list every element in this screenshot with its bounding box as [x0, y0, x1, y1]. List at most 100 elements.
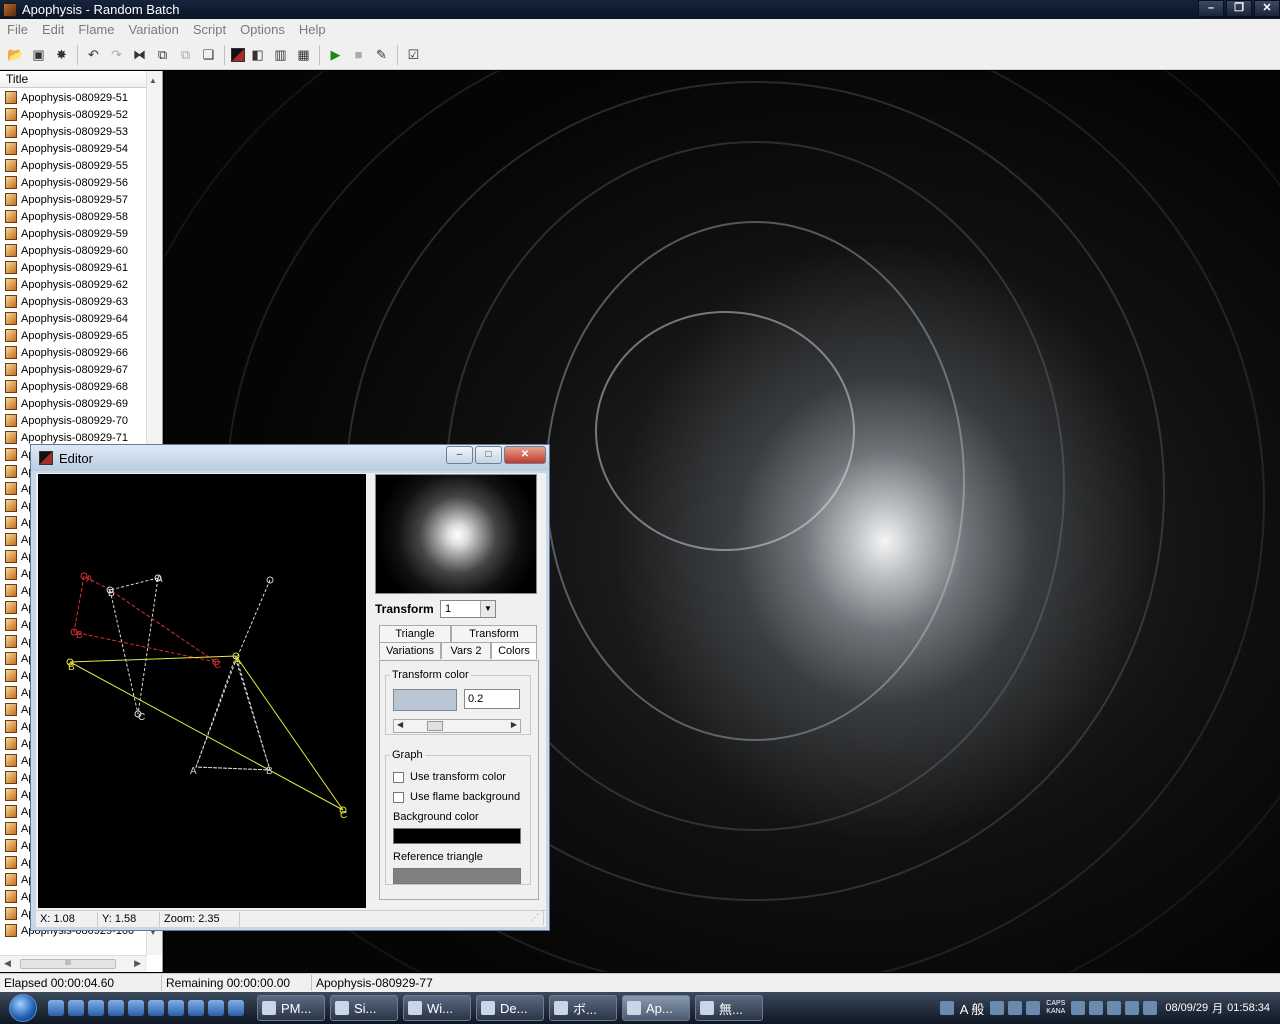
quicklaunch-icon[interactable] [148, 1000, 164, 1016]
editor-minimize-button[interactable]: – [446, 446, 473, 464]
edit-script-icon[interactable]: ✎ [372, 45, 392, 65]
quicklaunch-icon[interactable] [228, 1000, 244, 1016]
editor-maximize-button[interactable]: □ [475, 446, 502, 464]
menu-variation[interactable]: Variation [121, 22, 185, 37]
taskbar-button[interactable]: Ap... [622, 995, 690, 1021]
transform-triangle-white[interactable] [195, 655, 271, 771]
list-item[interactable]: Apophysis-080929-62 [0, 276, 145, 293]
menu-flame[interactable]: Flame [71, 22, 121, 37]
menu-edit[interactable]: Edit [35, 22, 71, 37]
start-button[interactable] [0, 992, 46, 1024]
taskbar-button[interactable]: De... [476, 995, 544, 1021]
quicklaunch-icon[interactable] [88, 1000, 104, 1016]
render-icon[interactable]: ✸ [52, 45, 72, 65]
list-item[interactable]: Apophysis-080929-60 [0, 242, 145, 259]
list-horizontal-scrollbar[interactable]: ◀ III ▶ [0, 955, 147, 972]
use-transform-color-checkbox[interactable]: Use transform color [393, 771, 506, 783]
reference-triangle-color-swatch[interactable] [393, 868, 521, 884]
tab-triangle[interactable]: Triangle [379, 625, 451, 642]
undo-icon[interactable]: ↶ [84, 45, 104, 65]
adjust-icon[interactable]: ◧ [248, 45, 268, 65]
list-item[interactable]: Apophysis-080929-66 [0, 344, 145, 361]
taskbar-button[interactable]: PM... [257, 995, 325, 1021]
ime-indicator[interactable]: A 般 [960, 999, 985, 1018]
chevron-down-icon[interactable]: ▼ [480, 601, 495, 617]
slider-right-icon[interactable]: ▶ [511, 720, 517, 729]
editor-titlebar[interactable]: Editor – □ ✕ [31, 445, 549, 471]
taskbar-button[interactable]: 無... [695, 995, 763, 1021]
menu-options[interactable]: Options [233, 22, 292, 37]
quicklaunch-icon[interactable] [188, 1000, 204, 1016]
list-item[interactable]: Apophysis-080929-53 [0, 123, 145, 140]
minimize-button[interactable]: – [1198, 0, 1224, 17]
list-item[interactable]: Apophysis-080929-61 [0, 259, 145, 276]
list-item[interactable]: Apophysis-080929-57 [0, 191, 145, 208]
duplicate-icon[interactable]: ❏ [199, 45, 219, 65]
options-icon[interactable]: ☑ [404, 45, 424, 65]
use-flame-background-checkbox[interactable]: Use flame background [393, 791, 520, 803]
quicklaunch-icon[interactable] [128, 1000, 144, 1016]
transform-triangle-yellow[interactable] [69, 655, 344, 811]
list-item[interactable]: Apophysis-080929-65 [0, 327, 145, 344]
close-button[interactable]: ✕ [1254, 0, 1280, 17]
list-item[interactable]: Apophysis-080929-52 [0, 106, 145, 123]
list-item[interactable]: Apophysis-080929-69 [0, 395, 145, 412]
slider-thumb[interactable] [427, 721, 444, 731]
checkbox-box[interactable] [393, 791, 404, 803]
editor-close-button[interactable]: ✕ [504, 446, 546, 464]
list-item[interactable]: Apophysis-080929-68 [0, 378, 145, 395]
play-icon[interactable]: ▶ [326, 45, 346, 65]
list-header-title[interactable]: Title ▲ [0, 71, 162, 88]
tab-vars-2[interactable]: Vars 2 [441, 642, 491, 659]
paste-icon[interactable]: ⧉ [176, 45, 196, 65]
list-item[interactable]: Apophysis-080929-55 [0, 157, 145, 174]
list-item[interactable]: Apophysis-080929-67 [0, 361, 145, 378]
tab-colors[interactable]: Colors [491, 642, 537, 659]
list-item[interactable]: Apophysis-080929-63 [0, 293, 145, 310]
tray-icon[interactable] [1008, 1001, 1023, 1015]
internet-explorer-icon[interactable] [68, 1000, 84, 1016]
tray-icon[interactable] [1071, 1001, 1086, 1015]
transform-triangle-red[interactable] [73, 575, 217, 663]
list-item[interactable]: Apophysis-080929-56 [0, 174, 145, 191]
taskbar-button[interactable]: Wi... [403, 995, 471, 1021]
slider-left-icon[interactable]: ◀ [397, 720, 403, 729]
transform-select[interactable]: 1 ▼ [440, 600, 496, 618]
copy-icon[interactable]: ⧉ [153, 45, 173, 65]
scroll-thumb[interactable]: III [20, 959, 116, 969]
redo-icon[interactable]: ↷ [107, 45, 127, 65]
tray-icon[interactable] [939, 1001, 954, 1015]
save-icon[interactable]: ▣ [29, 45, 49, 65]
open-icon[interactable]: 📂 [6, 45, 26, 65]
background-color-swatch[interactable] [393, 828, 521, 844]
list-item[interactable]: Apophysis-080929-64 [0, 310, 145, 327]
scroll-right-icon[interactable]: ▶ [134, 958, 141, 969]
list-item[interactable]: Apophysis-080929-70 [0, 412, 145, 429]
scroll-up-icon[interactable]: ▲ [149, 76, 157, 85]
help-icon[interactable] [1026, 1001, 1041, 1015]
quicklaunch-icon[interactable] [168, 1000, 184, 1016]
stop-icon[interactable]: ■ [349, 45, 369, 65]
quicklaunch-icon[interactable] [108, 1000, 124, 1016]
tray-icon[interactable] [1107, 1001, 1122, 1015]
transform-color-input[interactable]: 0.2 [464, 689, 520, 709]
tab-transform[interactable]: Transform [451, 625, 537, 642]
editor-icon[interactable] [230, 47, 245, 62]
volume-icon[interactable] [1143, 1001, 1158, 1015]
transform-color-swatch[interactable] [393, 689, 457, 711]
triangle-editor-canvas[interactable]: A B C A B C A B C A B [38, 474, 366, 908]
quicklaunch-icon[interactable] [208, 1000, 224, 1016]
list-item[interactable]: Apophysis-080929-59 [0, 225, 145, 242]
clock-date[interactable]: 08/09/29 [1165, 1002, 1208, 1014]
list-item[interactable]: Apophysis-080929-51 [0, 89, 145, 106]
network-icon[interactable] [1125, 1001, 1140, 1015]
taskbar-button[interactable]: ボ... [549, 995, 617, 1021]
menu-file[interactable]: File [0, 22, 35, 37]
clock-time[interactable]: 01:58:34 [1227, 1002, 1270, 1014]
menu-script[interactable]: Script [186, 22, 233, 37]
resize-grip-icon[interactable]: ⋰ [527, 910, 544, 925]
scroll-left-icon[interactable]: ◀ [4, 958, 11, 969]
transform-color-slider[interactable]: ◀ ▶ [393, 719, 521, 733]
restore-button[interactable]: ❐ [1226, 0, 1252, 17]
list-item[interactable]: Apophysis-080929-54 [0, 140, 145, 157]
